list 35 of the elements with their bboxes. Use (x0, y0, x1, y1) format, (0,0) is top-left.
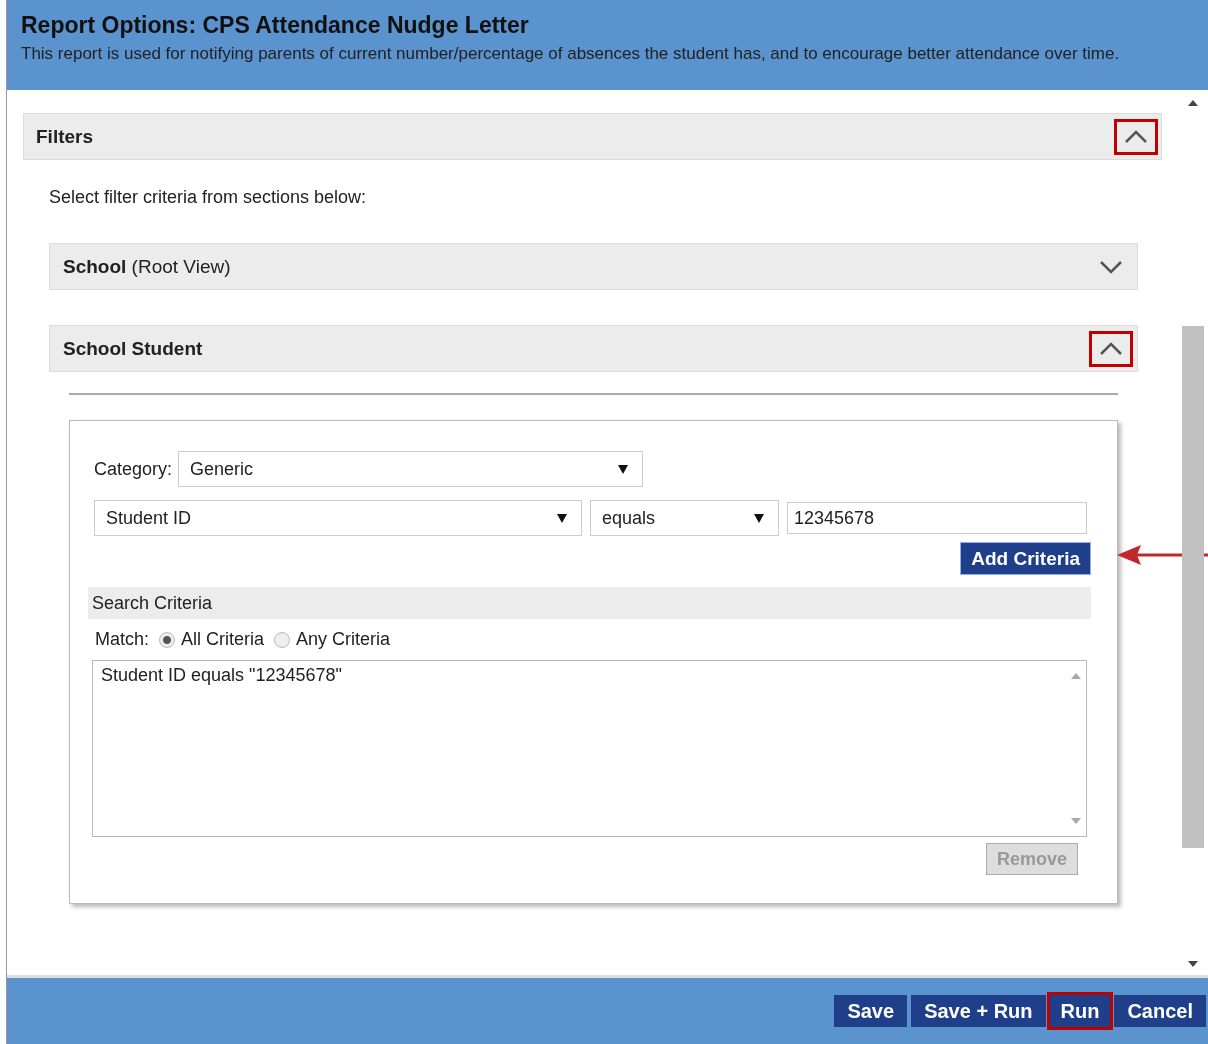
section-header[interactable]: School (Root View) (49, 243, 1138, 290)
criteria-list[interactable]: Student ID equals "12345678" (92, 660, 1087, 837)
footer-button[interactable]: Cancel (1114, 995, 1206, 1027)
section-header[interactable]: School Student (49, 325, 1138, 372)
criteria-item[interactable]: Student ID equals "12345678" (101, 665, 342, 832)
window-title: Report Options: CPS Attendance Nudge Letter (21, 11, 530, 40)
dropdown-caret-icon (557, 513, 567, 523)
value-field[interactable]: 12345678 (787, 502, 1087, 534)
add-criteria-button[interactable]: Add Criteria (960, 542, 1091, 575)
category-label: Category: (94, 458, 173, 480)
match-radio[interactable]: Any Criteria (274, 629, 391, 650)
scroll-down-icon[interactable] (1188, 961, 1198, 967)
footer-button[interactable]: Run (1049, 995, 1111, 1027)
match-label: Match: (95, 629, 150, 650)
operator-dropdown[interactable]: equals (590, 500, 779, 536)
toggle-button[interactable] (1089, 330, 1133, 367)
section-title: School Student (63, 337, 203, 360)
filters-title: Filters (36, 125, 94, 148)
footer-button[interactable]: Save (834, 995, 908, 1027)
search-criteria-title: Search Criteria (92, 592, 213, 614)
dropdown-caret-icon (618, 464, 629, 474)
field-dropdown[interactable]: Student ID (94, 500, 582, 536)
report-description: This report is used for notifying parents of current number/percentage of absences the student has, and to encourage better attendance over time. (21, 43, 1121, 65)
section-title: School (Root View) (63, 255, 231, 278)
chevron-icon (1098, 258, 1124, 275)
chevron-icon (1098, 340, 1124, 357)
footer-button[interactable]: Save + Run (911, 995, 1046, 1027)
dropdown-caret-icon (754, 513, 764, 523)
filters-header[interactable]: Filters (23, 113, 1162, 160)
category-dropdown[interactable]: Generic (178, 451, 644, 487)
instruction-text: Select filter criteria from sections below: (49, 187, 368, 208)
match-radio[interactable]: All Criteria (159, 629, 265, 650)
collapse-button[interactable] (1114, 118, 1158, 155)
chevron-icon (1123, 128, 1149, 145)
scroll-up-icon[interactable] (1188, 100, 1198, 106)
